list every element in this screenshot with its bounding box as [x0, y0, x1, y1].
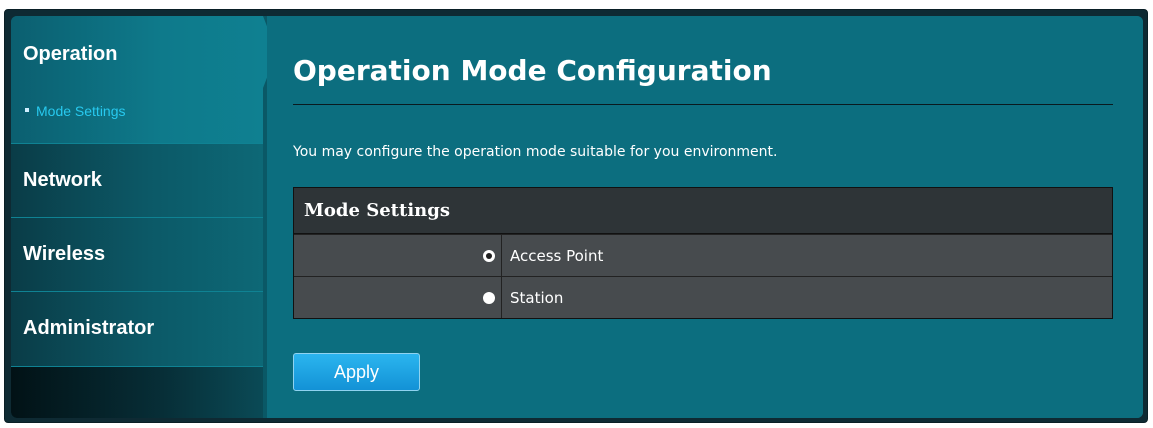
- sidebar-item-wireless[interactable]: Wireless: [11, 217, 263, 291]
- mode-option-label: Station: [510, 288, 564, 307]
- sidebar: Operation Mode Settings Network Wireless…: [11, 16, 263, 418]
- page-description: You may configure the operation mode sui…: [293, 144, 778, 160]
- bullet-icon: [25, 108, 29, 113]
- sidebar-item-label: Wireless: [23, 243, 106, 265]
- sidebar-item-operation[interactable]: Operation Mode Settings: [11, 16, 263, 143]
- sidebar-footer: [11, 366, 263, 418]
- mode-option-row[interactable]: Access Point: [294, 234, 1112, 276]
- radio-cell: [294, 235, 502, 276]
- mode-settings-panel: Mode Settings Access Point Station: [293, 187, 1113, 319]
- sidebar-item-label: Administrator: [23, 317, 155, 339]
- sidebar-item-label: Operation: [23, 43, 118, 65]
- sidebar-subitem-label: Mode Settings: [36, 103, 126, 119]
- sidebar-item-network[interactable]: Network: [11, 143, 263, 217]
- sidebar-subitem-mode-settings[interactable]: Mode Settings: [25, 103, 126, 119]
- panel-header: Mode Settings: [294, 188, 1112, 234]
- title-divider: [293, 104, 1113, 105]
- mode-option-row[interactable]: Station: [294, 276, 1112, 318]
- mode-option-label: Access Point: [510, 246, 604, 265]
- app-frame: Operation Mode Settings Network Wireless…: [4, 9, 1148, 423]
- apply-button[interactable]: Apply: [293, 353, 420, 391]
- radio-cell: [294, 277, 502, 318]
- sidebar-item-administrator[interactable]: Administrator: [11, 291, 263, 366]
- radio-unchecked-icon[interactable]: [483, 291, 495, 304]
- sidebar-item-label: Network: [23, 169, 102, 191]
- page-title: Operation Mode Configuration: [293, 54, 772, 87]
- radio-checked-icon[interactable]: [483, 249, 495, 262]
- main-content: Operation Mode Configuration You may con…: [267, 16, 1143, 418]
- app-window: Operation Mode Settings Network Wireless…: [11, 16, 1143, 418]
